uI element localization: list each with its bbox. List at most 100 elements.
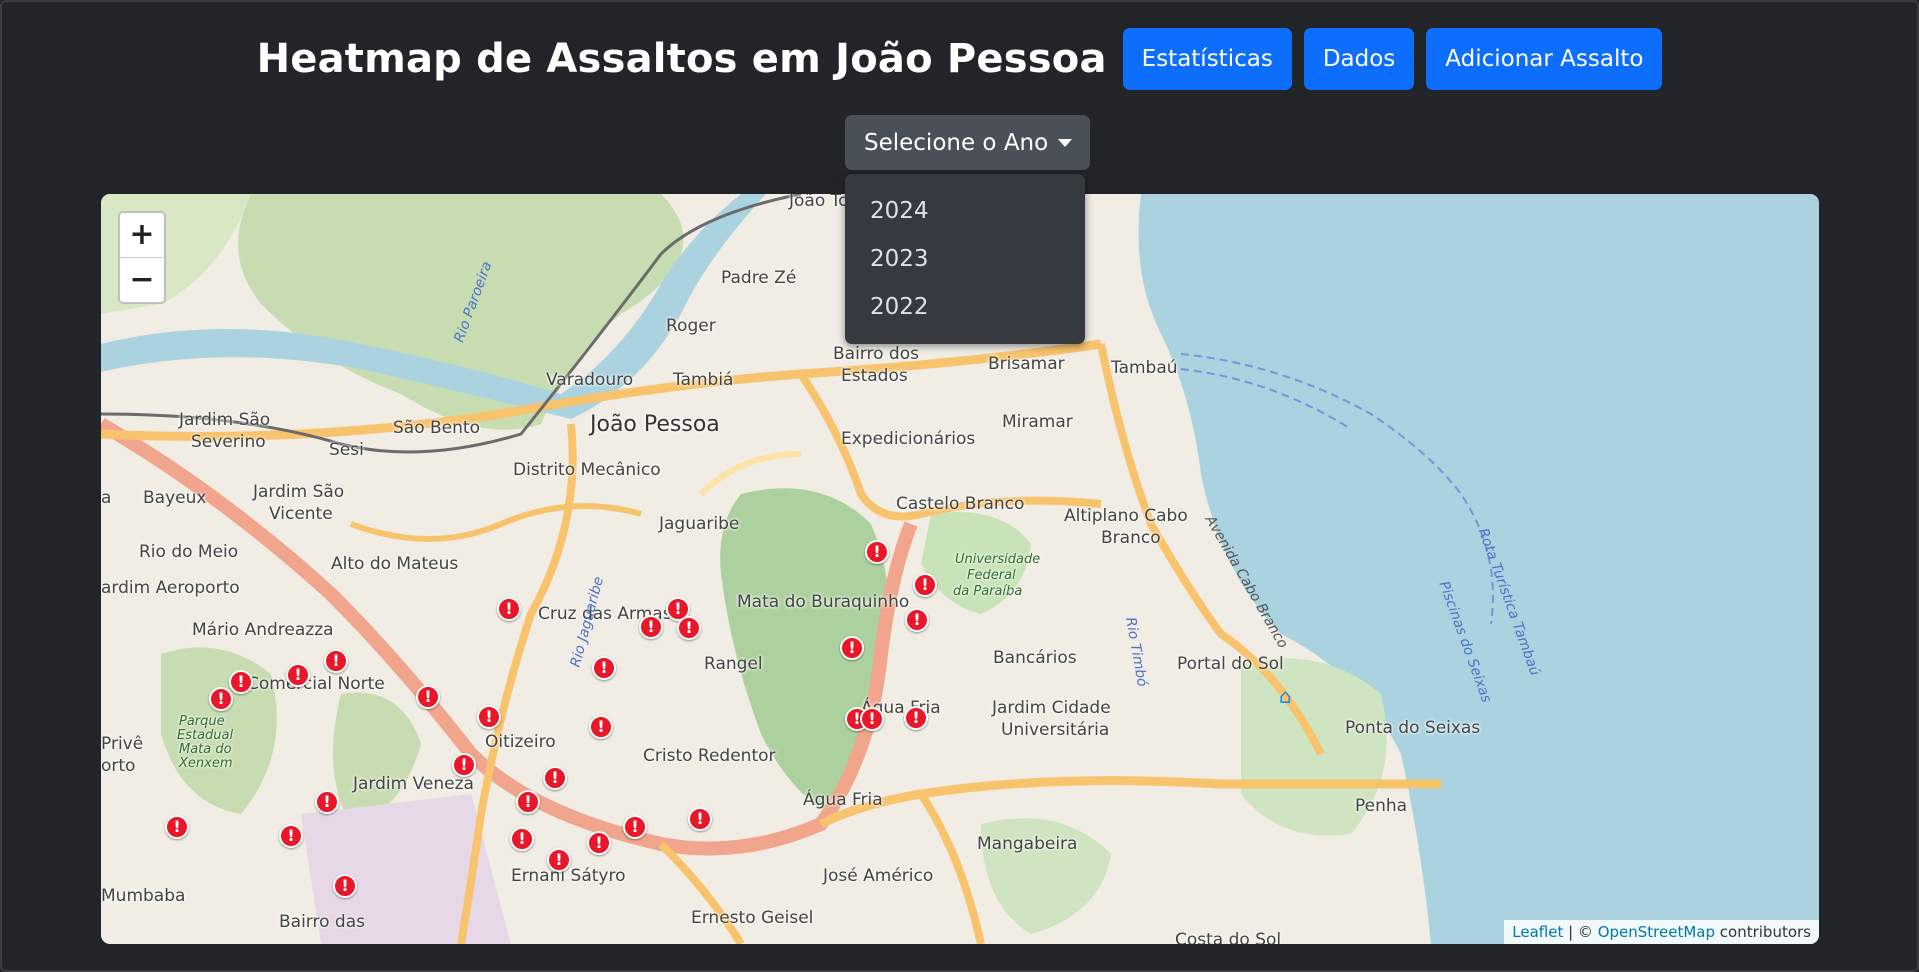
- robbery-marker-icon[interactable]: !: [623, 815, 647, 839]
- place-label: Miramar: [1002, 412, 1073, 432]
- zoom-control: + −: [118, 211, 166, 304]
- place-label: Jaguaribe: [659, 514, 740, 534]
- place-label: Distrito Mecânico: [513, 460, 661, 480]
- leaflet-link[interactable]: Leaflet: [1512, 923, 1563, 941]
- robbery-marker-icon[interactable]: !: [913, 573, 937, 597]
- place-label: Oitizeiro: [485, 732, 556, 752]
- place-label: Mangabeira: [977, 834, 1078, 854]
- attribution-separator: | ©: [1563, 923, 1598, 941]
- place-label: Jardim Cidade: [992, 698, 1111, 718]
- year-dropdown-label: Selecione o Ano: [864, 129, 1049, 156]
- robbery-marker-icon[interactable]: !: [688, 807, 712, 831]
- robbery-marker-icon[interactable]: !: [840, 636, 864, 660]
- place-label: Água Fria: [803, 790, 883, 810]
- year-option-2023[interactable]: 2023: [845, 235, 1085, 283]
- robbery-marker-icon[interactable]: !: [592, 656, 616, 680]
- place-label: Brisamar: [988, 354, 1065, 374]
- robbery-marker-icon[interactable]: !: [547, 848, 571, 872]
- map-attribution: Leaflet | © OpenStreetMap contributors: [1504, 920, 1819, 944]
- robbery-marker-icon[interactable]: !: [905, 608, 929, 632]
- robbery-marker-icon[interactable]: !: [209, 687, 233, 711]
- place-label: Jardim São: [253, 482, 345, 502]
- osm-link[interactable]: OpenStreetMap: [1598, 923, 1715, 941]
- place-label: Mata do Buraquinho: [737, 592, 910, 612]
- place-label: Costa do Sol: [1175, 930, 1282, 944]
- place-label: da Paraíba: [953, 584, 1023, 599]
- robbery-marker-icon[interactable]: !: [165, 815, 189, 839]
- place-label: Tambiá: [673, 370, 734, 390]
- place-label: Altiplano Cabo: [1064, 506, 1188, 526]
- robbery-marker-icon[interactable]: !: [865, 540, 889, 564]
- place-label: Padre Zé: [721, 268, 797, 288]
- place-label: Varadouro: [546, 370, 634, 390]
- zoom-out-button[interactable]: −: [120, 258, 164, 302]
- robbery-marker-icon[interactable]: !: [416, 685, 440, 709]
- place-label: Mumbaba: [101, 886, 186, 906]
- add-robbery-button[interactable]: Adicionar Assalto: [1426, 28, 1663, 90]
- robbery-marker-icon[interactable]: !: [543, 766, 567, 790]
- place-label: Universitária: [1001, 720, 1110, 740]
- place-label: Mata do: [179, 742, 232, 757]
- place-label: Ernani Sátyro: [511, 866, 626, 886]
- robbery-marker-icon[interactable]: !: [589, 715, 613, 739]
- place-label: Vicente: [269, 504, 333, 524]
- place-label: Severino: [191, 432, 266, 452]
- place-label: Privê: [101, 734, 144, 754]
- place-label: Expedicionários: [841, 429, 976, 449]
- place-label: Bairro dos: [833, 344, 919, 364]
- place-label: José Américo: [823, 866, 934, 886]
- statistics-button[interactable]: Estatísticas: [1122, 28, 1292, 90]
- caret-down-icon: [1058, 138, 1073, 147]
- place-label: a: [101, 488, 112, 508]
- place-label: Federal: [967, 568, 1016, 583]
- robbery-marker-icon[interactable]: !: [587, 831, 611, 855]
- place-label: Roger: [666, 316, 716, 336]
- robbery-marker-icon[interactable]: !: [286, 663, 310, 687]
- place-label: Branco: [1101, 528, 1161, 548]
- robbery-marker-icon[interactable]: !: [639, 615, 663, 639]
- robbery-marker-icon[interactable]: !: [279, 824, 303, 848]
- place-label: Penha: [1355, 796, 1408, 816]
- place-label: Cristo Redentor: [643, 746, 776, 766]
- place-label: Ernesto Geisel: [691, 908, 814, 928]
- place-label: Castelo Branco: [896, 494, 1025, 514]
- robbery-marker-icon[interactable]: !: [860, 707, 884, 731]
- place-label: Tambaú: [1111, 358, 1178, 378]
- robbery-marker-icon[interactable]: !: [324, 649, 348, 673]
- year-option-2024[interactable]: 2024: [845, 187, 1085, 235]
- place-label: Comercial Norte: [247, 674, 385, 694]
- year-dropdown-toggle[interactable]: Selecione o Ano: [845, 115, 1091, 170]
- robbery-marker-icon[interactable]: !: [904, 706, 928, 730]
- robbery-marker-icon[interactable]: !: [497, 597, 521, 621]
- zoom-in-button[interactable]: +: [120, 213, 164, 258]
- page-title: Heatmap de Assaltos em João Pessoa: [256, 36, 1107, 82]
- robbery-marker-icon[interactable]: !: [477, 705, 501, 729]
- place-label: Xenxem: [179, 756, 233, 771]
- place-label: Sesi: [329, 440, 364, 460]
- place-label: Portal do Sol: [1177, 654, 1284, 674]
- place-label: Universidade: [955, 552, 1041, 567]
- robbery-marker-icon[interactable]: !: [452, 753, 476, 777]
- robbery-marker-icon[interactable]: !: [315, 790, 339, 814]
- place-label: João Tc: [789, 194, 848, 211]
- robbery-marker-icon[interactable]: !: [510, 827, 534, 851]
- year-dropdown-menu: 2024 2023 2022: [845, 174, 1085, 344]
- year-dropdown: Selecione o Ano 2024 2023 2022: [845, 115, 1091, 344]
- place-label: Jardim São: [179, 410, 271, 430]
- robbery-marker-icon[interactable]: !: [677, 616, 701, 640]
- place-label: Estados: [841, 366, 908, 386]
- place-label: Mário Andreazza: [192, 620, 334, 640]
- robbery-marker-icon[interactable]: !: [516, 790, 540, 814]
- house-icon: ⌂: [1279, 684, 1292, 708]
- data-button[interactable]: Dados: [1303, 28, 1415, 90]
- place-label: Rangel: [704, 654, 763, 674]
- place-label: Parque: [179, 714, 225, 729]
- place-label: São Bento: [393, 418, 480, 438]
- robbery-marker-icon[interactable]: !: [229, 670, 253, 694]
- year-option-2022[interactable]: 2022: [845, 283, 1085, 331]
- robbery-marker-icon[interactable]: !: [333, 874, 357, 898]
- attribution-suffix: contributors: [1715, 923, 1811, 941]
- place-label: Rio do Meio: [139, 542, 239, 562]
- page-header: Heatmap de Assaltos em João Pessoa Estat…: [0, 28, 1919, 90]
- place-label: João Pessoa: [590, 412, 720, 437]
